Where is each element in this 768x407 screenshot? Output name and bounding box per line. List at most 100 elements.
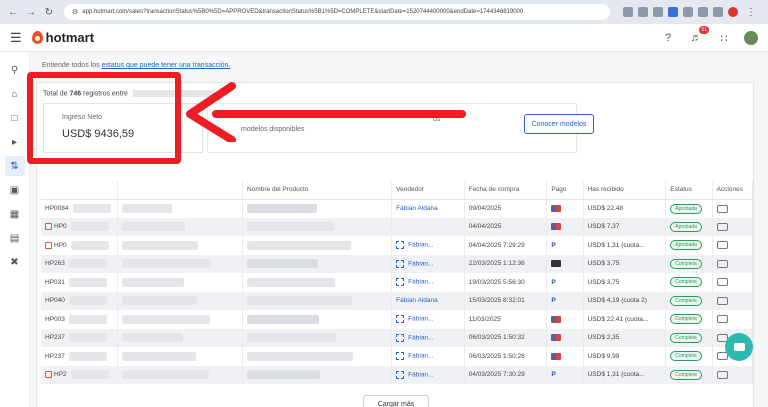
- actions-cell: [712, 365, 754, 384]
- status-cell: Completa: [665, 291, 713, 310]
- blurred-code: [70, 370, 109, 380]
- status-badge: Aprobada: [670, 240, 702, 251]
- menu-icon[interactable]: ⋮: [744, 5, 758, 19]
- search-icon[interactable]: ⚲: [5, 60, 25, 80]
- zoom-icon[interactable]: [638, 7, 648, 17]
- vendor-cell: Fábian Aldana: [391, 291, 465, 310]
- table-row[interactable]: HP0 Fábian... 04/04/2025 7:29:29 P USD$ 1,31…: [41, 236, 754, 255]
- megaphone-icon[interactable]: ▸: [5, 132, 25, 152]
- vendor-cell: Fábian...: [391, 310, 465, 329]
- star-icon[interactable]: [653, 7, 663, 17]
- actions-toggle-icon[interactable]: [716, 222, 728, 231]
- date-cell: 09/04/2025: [464, 199, 548, 218]
- help-icon[interactable]: ?: [660, 30, 676, 46]
- vendor-name[interactable]: Fábian...: [408, 353, 433, 360]
- status-cell: Completa: [665, 347, 713, 366]
- sales-icon[interactable]: ⇅: [4, 156, 25, 176]
- vendor-name[interactable]: Fábian...: [408, 242, 433, 249]
- back-icon[interactable]: ←: [6, 5, 20, 19]
- date-cell: 11/03/2025: [464, 310, 548, 329]
- status-info-link[interactable]: estatus que puede tener una transacción.: [102, 62, 231, 69]
- buyer-cell: [117, 273, 244, 292]
- status-badge: Aprobada: [670, 221, 702, 232]
- table-row[interactable]: HP0084 Fábian Aldana 09/04/2025 USD$ 22,48 A…: [41, 199, 754, 218]
- table-row[interactable]: HP031 Fábian... 19/03/2025 5:56:30 P USD$ 3,…: [41, 273, 754, 292]
- forward-icon[interactable]: →: [24, 5, 38, 19]
- payment-icon: [551, 352, 562, 360]
- chat-icon: [733, 343, 745, 351]
- status-cell: Completa: [665, 273, 713, 292]
- blurred-code: [68, 314, 107, 324]
- product-cell: [242, 199, 393, 218]
- address-bar[interactable]: ⚙ app.hotmart.com/sales?transactionStatu…: [64, 4, 610, 20]
- col-header: Fecha de compra: [464, 181, 548, 200]
- transaction-code-cell: HP0084: [41, 199, 119, 218]
- paypal-icon: P: [551, 297, 556, 305]
- table-row[interactable]: HP237 Fábian... 06/03/2025 1:50:28 USD$ 9,9…: [41, 347, 754, 366]
- document-icon[interactable]: ▤: [5, 228, 25, 248]
- wallet-icon[interactable]: ▣: [5, 180, 25, 200]
- apps-icon[interactable]: ∷: [716, 30, 732, 46]
- chat-button[interactable]: [725, 333, 753, 361]
- col-header: Vendedor: [391, 181, 465, 200]
- load-more-button[interactable]: Cargar más: [363, 395, 429, 407]
- profile-icon[interactable]: [728, 7, 738, 17]
- vendor-name[interactable]: Fábian Aldana: [396, 297, 438, 304]
- blurred-code: [70, 240, 109, 250]
- folder-icon[interactable]: □: [5, 108, 25, 128]
- payment-icon: [551, 204, 562, 212]
- logo-text[interactable]: hotmart: [46, 30, 94, 45]
- vendor-name[interactable]: Fábian Aldana: [396, 205, 438, 212]
- table-row[interactable]: HP263 Fábian... 22/03/2025 1:12:36 USD$ 3,7…: [41, 254, 754, 273]
- hamburger-icon[interactable]: ☰: [10, 30, 22, 46]
- site-info-icon[interactable]: ⚙: [72, 8, 78, 16]
- date-cell: 22/03/2025 1:12:36: [464, 254, 548, 273]
- extension-icon[interactable]: [683, 7, 693, 17]
- extension-icon[interactable]: [713, 7, 723, 17]
- table-row[interactable]: HP040 Fábian Aldana 15/03/2025 8:32:01 P USD…: [41, 291, 754, 310]
- actions-toggle-icon[interactable]: [716, 241, 728, 250]
- url-text: app.hotmart.com/sales?transactionStatus%…: [82, 9, 524, 15]
- transaction-code-cell: HP2: [41, 365, 119, 384]
- vendor-icon: [396, 315, 405, 324]
- vendor-name[interactable]: Fábian...: [408, 260, 433, 267]
- actions-toggle-icon[interactable]: [716, 278, 728, 287]
- home-icon[interactable]: ⌂: [5, 84, 25, 104]
- product-cell: [242, 273, 393, 292]
- status-cell: Completa: [665, 310, 713, 329]
- actions-toggle-icon[interactable]: [716, 296, 728, 305]
- info-line: Entiende todos los estatus que puede ten…: [42, 62, 230, 69]
- highlight-box-annotation: [27, 72, 181, 164]
- table-row[interactable]: HP237 Fábian... 06/03/2025 1:50:32 USD$ 2,3…: [41, 328, 754, 347]
- vendor-icon: [396, 259, 405, 268]
- avatar[interactable]: [744, 31, 758, 45]
- vendor-name[interactable]: Fábian...: [408, 334, 433, 341]
- conocer-modelos-button[interactable]: Conocer modelos: [524, 114, 594, 134]
- product-cell: [242, 254, 393, 273]
- tools-icon[interactable]: ✖: [5, 252, 25, 272]
- transaction-code: HP040: [45, 297, 65, 305]
- extension-icon[interactable]: [668, 7, 678, 17]
- reload-icon[interactable]: ↻: [42, 5, 56, 19]
- notification-badge: 51: [699, 26, 709, 34]
- actions-toggle-icon[interactable]: [716, 315, 728, 324]
- translate-icon[interactable]: [623, 7, 633, 17]
- vendor-name[interactable]: Fábian...: [408, 371, 433, 378]
- col-header: Has recibido: [583, 181, 667, 200]
- table-row[interactable]: HP2 Fábian... 04/03/2025 7:30:29 P USD$ 1,31…: [41, 365, 754, 384]
- table-row[interactable]: HP003 Fábian... 11/03/2025 USD$ 22,41 (cuot…: [41, 310, 754, 329]
- payment-cell: [546, 217, 584, 236]
- actions-toggle-icon[interactable]: [716, 204, 728, 213]
- vendor-name[interactable]: Fábian...: [408, 279, 433, 286]
- table-row[interactable]: HP0 04/04/2025 USD$ 7,37 Aprobada: [41, 217, 754, 236]
- extension-icon[interactable]: [698, 7, 708, 17]
- actions-cell: [712, 199, 754, 218]
- vendor-name[interactable]: Fábian...: [408, 316, 433, 323]
- actions-toggle-icon[interactable]: [716, 259, 728, 268]
- blurred-code: [68, 333, 107, 343]
- bell-icon[interactable]: ♬ 51: [688, 26, 709, 46]
- actions-toggle-icon[interactable]: [716, 370, 728, 379]
- received-cell: USD$ 22,48: [583, 199, 667, 218]
- chart-icon[interactable]: ▦: [5, 204, 25, 224]
- blurred-code: [68, 351, 107, 361]
